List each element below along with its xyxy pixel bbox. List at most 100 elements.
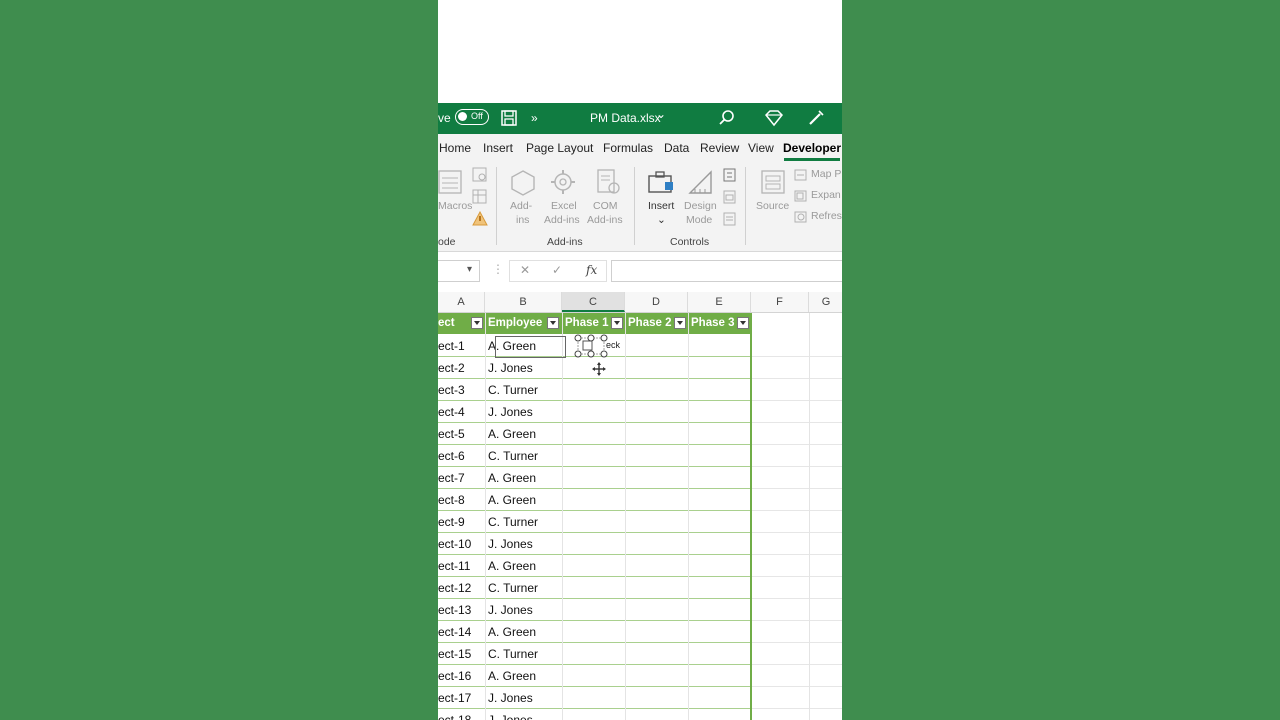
gridline [485, 313, 486, 720]
tab-developer[interactable]: Developer [783, 141, 841, 155]
run-dialog-icon[interactable] [723, 212, 737, 226]
column-header-a[interactable]: A [438, 292, 485, 312]
gridline [625, 313, 626, 720]
group-divider [745, 167, 746, 245]
filter-dropdown-phase-3[interactable] [737, 317, 749, 329]
cell-project[interactable]: ect-14 [438, 621, 471, 643]
cell-employee[interactable]: J. Jones [488, 709, 533, 720]
cell-employee[interactable]: C. Turner [488, 577, 538, 599]
cell-project[interactable]: ect-3 [438, 379, 465, 401]
column-header-f[interactable]: F [751, 292, 809, 312]
tab-page-layout[interactable]: Page Layout [526, 141, 593, 155]
cell-project[interactable]: ect-18 [438, 709, 471, 720]
excel-add-ins-label-2: Add-ins [544, 214, 580, 226]
cell-employee[interactable]: C. Turner [488, 445, 538, 467]
insert-function-icon[interactable]: fx [586, 263, 597, 277]
cell-project[interactable]: ect-8 [438, 489, 465, 511]
column-header-e[interactable]: E [688, 292, 751, 312]
relative-references-icon[interactable] [472, 189, 488, 205]
expansion-packs-icon[interactable] [794, 189, 808, 203]
column-header-d[interactable]: D [625, 292, 688, 312]
group-divider [496, 167, 497, 245]
cell-project[interactable]: ect-2 [438, 357, 465, 379]
refresh-data-icon[interactable] [794, 210, 808, 224]
column-header-c[interactable]: C [562, 292, 625, 312]
cell-project[interactable]: ect-11 [438, 555, 470, 577]
add-ins-icon[interactable] [509, 169, 537, 197]
properties-icon[interactable] [723, 168, 737, 182]
cell-project[interactable]: ect-10 [438, 533, 471, 555]
cell-project[interactable]: ect-16 [438, 665, 471, 687]
insert-dropdown-icon[interactable]: ⌄ [657, 213, 666, 227]
chevron-down-icon[interactable]: ▾ [467, 264, 472, 275]
cancel-icon[interactable]: ✕ [520, 263, 530, 277]
cell-employee[interactable]: C. Turner [488, 511, 538, 533]
cell-employee[interactable]: C. Turner [488, 379, 538, 401]
search-icon[interactable] [718, 109, 736, 127]
diamond-icon[interactable] [765, 109, 783, 127]
table-row: ect-10 J. Jones [438, 533, 842, 555]
worksheet-grid[interactable]: ect Employee Phase 1 Phase 2 Phase 3 ect… [438, 313, 842, 720]
map-properties-icon[interactable] [794, 168, 808, 182]
cell-employee[interactable]: A. Green [488, 621, 536, 643]
cell-project[interactable]: ect-6 [438, 445, 465, 467]
group-divider [634, 167, 635, 245]
column-header-b[interactable]: B [485, 292, 562, 312]
cell-employee[interactable]: C. Turner [488, 643, 538, 665]
row-gridline [751, 665, 842, 687]
filter-dropdown-project[interactable] [471, 317, 483, 329]
save-icon[interactable] [500, 109, 518, 127]
cell-employee[interactable]: A. Green [488, 467, 536, 489]
cell-project[interactable]: ect-4 [438, 401, 465, 423]
cell-employee[interactable]: A. Green [488, 489, 536, 511]
cell-project[interactable]: ect-7 [438, 467, 465, 489]
cell-employee[interactable]: J. Jones [488, 533, 533, 555]
macros-icon[interactable] [438, 169, 464, 197]
com-add-ins-icon[interactable] [594, 168, 622, 196]
tab-insert[interactable]: Insert [483, 141, 513, 155]
insert-control-icon[interactable] [647, 170, 677, 196]
enter-icon[interactable]: ✓ [552, 263, 562, 277]
cell-employee[interactable]: J. Jones [488, 401, 533, 423]
tab-formulas[interactable]: Formulas [603, 141, 653, 155]
cell-project[interactable]: ect-1 [438, 335, 465, 357]
code-group-label: ode [438, 236, 456, 248]
cell-project[interactable]: ect-13 [438, 599, 471, 621]
formula-input[interactable] [611, 260, 842, 282]
filter-dropdown-phase-2[interactable] [674, 317, 686, 329]
source-icon[interactable] [760, 169, 788, 197]
excel-add-ins-icon[interactable] [549, 168, 577, 196]
view-code-icon[interactable] [723, 190, 737, 204]
pen-icon[interactable] [807, 109, 825, 127]
filename[interactable]: PM Data.xlsx [590, 111, 661, 125]
cell-employee[interactable]: A. Green [488, 423, 536, 445]
header-phase-3: Phase 3 [691, 317, 735, 329]
cell-employee[interactable]: J. Jones [488, 687, 533, 709]
name-box[interactable]: ▾ [438, 260, 480, 282]
filter-dropdown-employee[interactable] [547, 317, 559, 329]
cell-employee[interactable]: A. Green [488, 555, 536, 577]
cell-project[interactable]: ect-15 [438, 643, 471, 665]
row-gridline [751, 577, 842, 599]
filter-dropdown-phase-1[interactable] [611, 317, 623, 329]
cell-project[interactable]: ect-9 [438, 511, 465, 533]
cell-employee[interactable]: J. Jones [488, 357, 533, 379]
insert-control-label: Insert [648, 200, 675, 212]
column-header-g[interactable]: G [809, 292, 842, 312]
macro-security-icon[interactable] [472, 211, 488, 227]
tab-view[interactable]: View [748, 141, 774, 155]
cell-project[interactable]: ect-5 [438, 423, 465, 445]
cell-project[interactable]: ect-12 [438, 577, 471, 599]
record-macro-icon[interactable] [472, 167, 488, 183]
chevron-down-icon[interactable]: ⌄ [656, 107, 666, 121]
checkbox-control[interactable] [574, 334, 608, 358]
cell-employee[interactable]: A. Green [488, 665, 536, 687]
design-mode-icon[interactable] [687, 169, 715, 197]
cell-employee[interactable]: J. Jones [488, 599, 533, 621]
tab-home[interactable]: Home [439, 141, 471, 155]
tab-data[interactable]: Data [664, 141, 689, 155]
cell-project[interactable]: ect-17 [438, 687, 471, 709]
tab-review[interactable]: Review [700, 141, 739, 155]
more-commands-button[interactable]: » [531, 111, 538, 125]
autosave-toggle[interactable]: Off [455, 109, 489, 125]
